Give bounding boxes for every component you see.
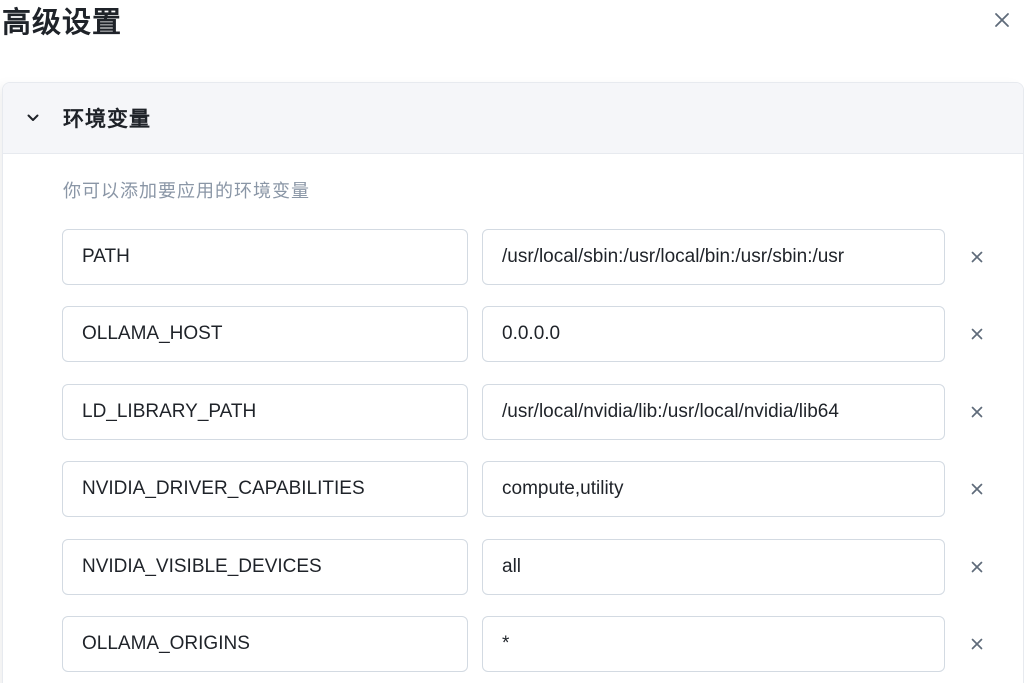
env-var-row: OLLAMA_HOST 0.0.0.0 [3,306,1023,362]
env-var-name-input[interactable]: OLLAMA_ORIGINS [62,616,468,672]
remove-env-var-button[interactable] [965,322,989,346]
env-vars-section-header[interactable]: 环境变量 [3,83,1023,154]
env-var-name-input[interactable]: OLLAMA_HOST [62,306,468,362]
close-icon [971,251,983,263]
env-var-name-input[interactable]: LD_LIBRARY_PATH [62,384,468,440]
env-var-name-input[interactable]: NVIDIA_DRIVER_CAPABILITIES [62,461,468,517]
env-vars-panel: 环境变量 你可以添加要应用的环境变量 PATH /usr/local/sbin:… [2,82,1024,683]
close-icon [971,638,983,650]
env-var-value-input[interactable]: /usr/local/nvidia/lib:/usr/local/nvidia/… [482,384,945,440]
remove-env-var-button[interactable] [965,477,989,501]
env-var-value-input[interactable]: 0.0.0.0 [482,306,945,362]
close-icon [995,13,1009,27]
remove-env-var-button[interactable] [965,632,989,656]
env-var-value-input[interactable]: * [482,616,945,672]
section-title: 环境变量 [63,107,151,131]
env-var-value-input[interactable]: all [482,539,945,595]
env-var-name-input[interactable]: NVIDIA_VISIBLE_DEVICES [62,539,468,595]
close-icon [971,483,983,495]
env-var-row: LD_LIBRARY_PATH /usr/local/nvidia/lib:/u… [3,384,1023,440]
env-var-value-input[interactable]: /usr/local/sbin:/usr/local/bin:/usr/sbin… [482,229,945,285]
env-var-name-input[interactable]: PATH [62,229,468,285]
close-button[interactable] [988,6,1016,34]
close-icon [971,561,983,573]
remove-env-var-button[interactable] [965,400,989,424]
chevron-down-icon [25,110,41,126]
close-icon [971,328,983,340]
env-var-row: OLLAMA_ORIGINS * [3,616,1023,672]
env-var-row: NVIDIA_VISIBLE_DEVICES all [3,539,1023,595]
remove-env-var-button[interactable] [965,245,989,269]
env-var-row: NVIDIA_DRIVER_CAPABILITIES compute,utili… [3,461,1023,517]
advanced-settings-dialog: 高级设置 环境变量 你可以添加要应用的环境变量 PATH /usr/local/… [0,0,1024,683]
env-var-value-input[interactable]: compute,utility [482,461,945,517]
env-var-row: PATH /usr/local/sbin:/usr/local/bin:/usr… [3,229,1023,285]
remove-env-var-button[interactable] [965,555,989,579]
close-icon [971,406,983,418]
section-hint: 你可以添加要应用的环境变量 [63,181,310,202]
dialog-title: 高级设置 [2,5,123,39]
